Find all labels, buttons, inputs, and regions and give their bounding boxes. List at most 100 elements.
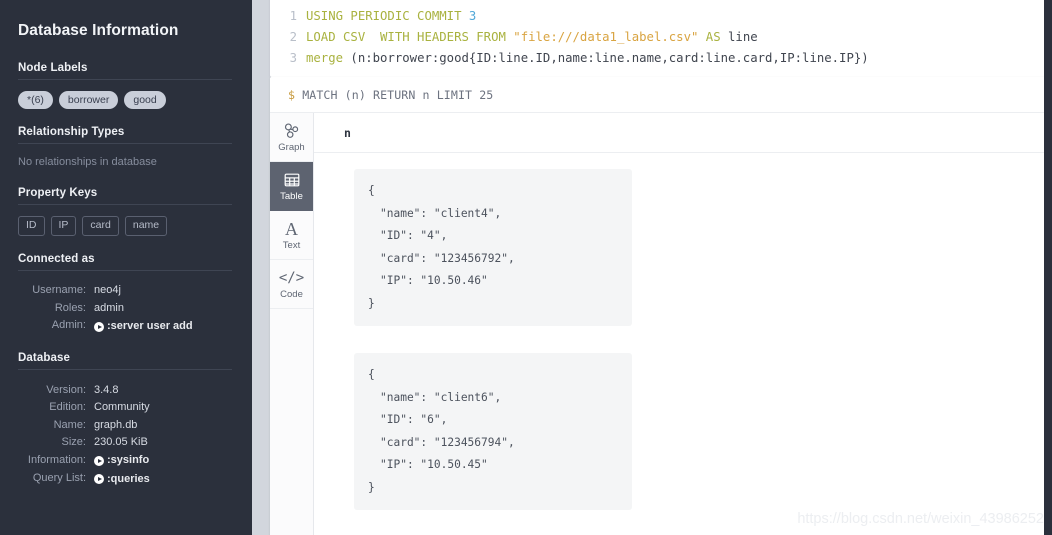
command-text: :sysinfo xyxy=(107,454,150,467)
info-row: Roles: admin xyxy=(18,299,232,317)
code-token: LOAD CSV WITH HEADERS FROM xyxy=(306,30,514,44)
node-label-pill[interactable]: *(6) xyxy=(18,91,53,110)
info-value: neo4j xyxy=(94,284,121,297)
node-label-pill[interactable]: good xyxy=(124,91,166,110)
info-row: Information: :sysinfo xyxy=(18,451,232,469)
tab-label: Code xyxy=(280,288,303,300)
divider xyxy=(18,79,232,80)
info-label: Roles: xyxy=(54,301,86,314)
graph-icon xyxy=(283,122,301,141)
json-line: "ID": "4", xyxy=(380,229,448,242)
info-row: Username: neo4j xyxy=(18,282,232,300)
line-number: 2 xyxy=(289,30,297,44)
divider xyxy=(18,143,232,145)
json-line: { xyxy=(368,368,375,381)
section-connected-as: Connected as Username: neo4j Roles: admi… xyxy=(18,253,232,335)
right-edge-rail xyxy=(1044,0,1052,535)
line-number: 1 xyxy=(289,9,297,23)
section-node-labels: Node Labels *(6) borrower good xyxy=(18,62,232,110)
section-relationship-types: Relationship Types No relationships in d… xyxy=(18,126,232,170)
info-row: Size: 230.05 KiB xyxy=(18,434,232,452)
info-value-command[interactable]: :queries xyxy=(94,469,232,487)
tab-text[interactable]: A Text xyxy=(270,211,313,260)
neo4j-browser-window: Database Information Node Labels *(6) bo… xyxy=(0,0,1052,535)
info-value: graph.db xyxy=(94,418,138,431)
divider xyxy=(18,269,232,271)
database-information-sidebar: Database Information Node Labels *(6) bo… xyxy=(0,0,252,535)
tab-code[interactable]: </> Code xyxy=(270,260,313,309)
info-label: Query List: xyxy=(32,471,86,484)
prompt-symbol: $ xyxy=(288,88,296,102)
info-row: Edition: Community xyxy=(18,399,232,417)
code-line: 3 merge (n:borrower:good{ID:line.ID,name… xyxy=(270,48,1052,69)
info-label: Information: xyxy=(27,453,86,466)
property-key-chip[interactable]: ID xyxy=(18,216,45,236)
info-label: Version: xyxy=(46,383,86,396)
code-token: "file:///data1_label.csv" xyxy=(513,30,699,44)
divider xyxy=(18,204,232,206)
main-stream-area: 1 USING PERIODIC COMMIT 3 2 LOAD CSV WIT… xyxy=(252,0,1052,535)
info-row: Version: 3.4.8 xyxy=(18,381,232,399)
json-line: "IP": "10.50.46" xyxy=(380,274,488,287)
result-rows: { "name": "client4", "ID": "4", "card": … xyxy=(314,153,1052,510)
code-token: 3 xyxy=(468,9,477,23)
play-icon xyxy=(94,456,104,467)
info-row: Admin: :server user add xyxy=(18,317,232,335)
divider xyxy=(18,369,232,371)
section-database: Database Version: 3.4.8 Edition: Communi… xyxy=(18,352,232,488)
code-text: merge (n:borrower:good{ID:line.ID,name:l… xyxy=(306,48,869,69)
property-key-chip[interactable]: IP xyxy=(50,216,77,236)
command-text: :server user add xyxy=(107,320,193,333)
info-row: Query List: :queries xyxy=(18,469,232,487)
json-line: "card": "123456794", xyxy=(380,435,515,449)
sidebar-title: Database Information xyxy=(18,22,179,39)
text-icon: A xyxy=(285,219,298,240)
view-mode-tabs: Graph Table A Text </> Code xyxy=(270,113,314,535)
result-command-bar[interactable]: $ MATCH (n) RETURN n LIMIT 25 xyxy=(270,77,1052,113)
connected-as-table: Username: neo4j Roles: admin Admin: :ser… xyxy=(18,282,232,335)
relationship-types-heading: Relationship Types xyxy=(18,126,125,139)
table-row[interactable]: { "name": "client4", "ID": "4", "card": … xyxy=(354,169,632,326)
property-keys-heading: Property Keys xyxy=(18,187,98,200)
command-text: :queries xyxy=(107,472,150,485)
info-value: 230.05 KiB xyxy=(94,436,148,449)
line-number: 3 xyxy=(289,51,297,65)
code-token: USING PERIODIC COMMIT xyxy=(306,9,469,23)
code-token: line xyxy=(720,30,758,44)
cypher-editor-frame[interactable]: 1 USING PERIODIC COMMIT 3 2 LOAD CSV WIT… xyxy=(270,0,1052,77)
tab-label: Table xyxy=(280,190,303,202)
column-header-n: n xyxy=(314,113,1052,153)
info-label: Admin: xyxy=(51,319,86,332)
database-heading: Database xyxy=(18,352,70,365)
relationship-types-empty-text: No relationships in database xyxy=(18,156,157,169)
property-key-chip[interactable]: card xyxy=(82,216,119,236)
json-line: "name": "client6", xyxy=(380,390,502,404)
code-text: LOAD CSV WITH HEADERS FROM "file:///data… xyxy=(306,27,758,48)
result-body: Graph Table A Text </> Code n {"name": … xyxy=(270,113,1052,535)
code-line: 2 LOAD CSV WITH HEADERS FROM "file:///da… xyxy=(270,27,1052,48)
code-token: AS xyxy=(705,30,721,44)
info-value-command[interactable]: :server user add xyxy=(94,317,232,335)
result-command-text: MATCH (n) RETURN n LIMIT 25 xyxy=(302,88,494,102)
property-keys-list: ID IP card name xyxy=(18,216,232,236)
tab-table[interactable]: Table xyxy=(270,162,313,211)
json-line: } xyxy=(368,480,375,494)
json-line: { xyxy=(368,184,375,197)
json-line: "ID": "6", xyxy=(380,413,448,426)
code-text: USING PERIODIC COMMIT 3 xyxy=(306,6,476,27)
table-row[interactable]: { "name": "client6", "ID": "6", "card": … xyxy=(354,353,632,510)
database-table: Version: 3.4.8 Edition: Community Name: … xyxy=(18,381,232,488)
node-labels-heading: Node Labels xyxy=(18,62,88,74)
frame-stream: 1 USING PERIODIC COMMIT 3 2 LOAD CSV WIT… xyxy=(270,0,1052,535)
info-label: Username: xyxy=(32,284,86,297)
node-label-pill[interactable]: borrower xyxy=(58,91,119,110)
query-result-frame: $ MATCH (n) RETURN n LIMIT 25 Graph Tabl… xyxy=(270,77,1052,535)
info-label: Name: xyxy=(53,418,86,431)
info-value-command[interactable]: :sysinfo xyxy=(94,451,232,469)
property-key-chip[interactable]: name xyxy=(124,216,168,236)
table-icon xyxy=(284,171,300,190)
info-label: Edition: xyxy=(49,401,86,414)
code-icon: </> xyxy=(278,270,305,287)
tab-graph[interactable]: Graph xyxy=(270,113,313,162)
